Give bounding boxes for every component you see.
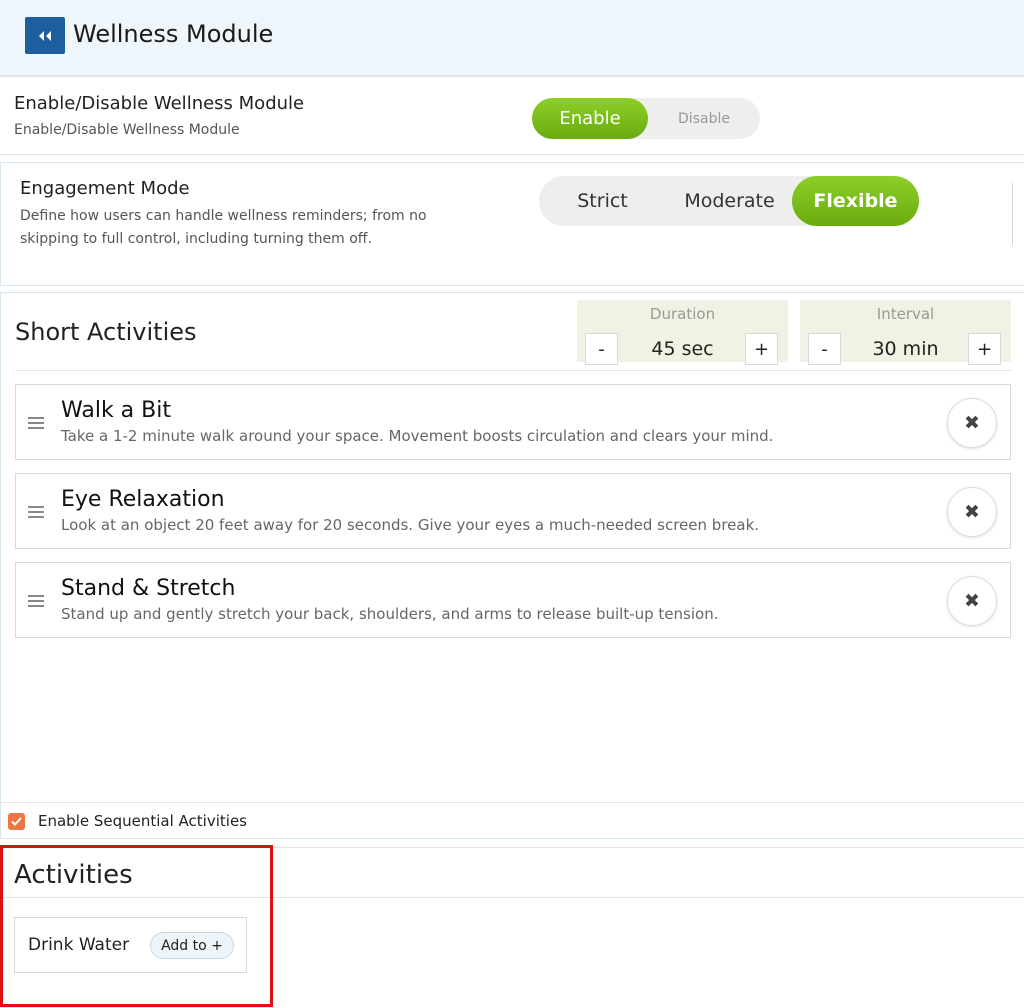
close-icon: ✖ xyxy=(964,412,980,434)
activity-description: Look at an object 20 feet away for 20 se… xyxy=(61,516,760,534)
drag-handle-icon[interactable] xyxy=(28,506,44,518)
activity-description: Take a 1-2 minute walk around your space… xyxy=(61,427,774,445)
page-header: Wellness Module xyxy=(0,0,1024,76)
divider xyxy=(15,370,1011,371)
short-activities-card: Short Activities Duration - 45 sec + Int… xyxy=(0,292,1024,839)
engagement-mode-title: Engagement Mode xyxy=(20,178,190,199)
activity-item[interactable]: Walk a Bit Take a 1-2 minute walk around… xyxy=(15,384,1011,460)
engagement-mode-selector[interactable]: Strict Moderate Flexible xyxy=(539,176,919,226)
divider xyxy=(1012,183,1013,245)
short-activities-title: Short Activities xyxy=(15,318,197,346)
duration-increment-button[interactable]: + xyxy=(745,333,778,365)
enable-module-title: Enable/Disable Wellness Module xyxy=(14,93,305,114)
remove-activity-button[interactable]: ✖ xyxy=(947,487,997,537)
mode-flexible[interactable]: Flexible xyxy=(792,176,919,226)
activity-title: Walk a Bit xyxy=(61,398,171,423)
enable-option[interactable]: Enable xyxy=(532,98,648,139)
interval-stepper: Interval - 30 min + xyxy=(800,300,1011,365)
enable-toggle[interactable]: Enable Disable xyxy=(532,98,760,139)
interval-label: Interval xyxy=(876,305,935,323)
duration-stepper: Duration - 45 sec + xyxy=(577,300,788,365)
duration-label: Duration xyxy=(649,305,716,323)
checkmark-icon xyxy=(11,817,22,826)
activity-title: Eye Relaxation xyxy=(61,487,225,512)
engagement-mode-description-2: skipping to full control, including turn… xyxy=(20,231,372,247)
activity-item[interactable]: Stand & Stretch Stand up and gently stre… xyxy=(15,562,1011,638)
engagement-mode-card: Engagement Mode Define how users can han… xyxy=(0,162,1024,286)
enable-module-card: Enable/Disable Wellness Module Enable/Di… xyxy=(0,76,1024,155)
close-icon: ✖ xyxy=(964,501,980,523)
double-chevron-left-icon xyxy=(39,30,51,41)
drag-handle-icon[interactable] xyxy=(28,417,44,429)
mode-moderate[interactable]: Moderate xyxy=(666,176,793,226)
highlight-box xyxy=(0,845,273,1007)
remove-activity-button[interactable]: ✖ xyxy=(947,398,997,448)
divider xyxy=(1,802,1024,803)
sequential-activities-label[interactable]: Enable Sequential Activities xyxy=(38,812,247,830)
back-button[interactable] xyxy=(25,17,65,54)
close-icon: ✖ xyxy=(964,590,980,612)
disable-option[interactable]: Disable xyxy=(648,98,760,139)
page-title: Wellness Module xyxy=(73,20,274,48)
engagement-mode-description-1: Define how users can handle wellness rem… xyxy=(20,208,427,224)
activity-title: Stand & Stretch xyxy=(61,576,236,601)
remove-activity-button[interactable]: ✖ xyxy=(947,576,997,626)
activity-description: Stand up and gently stretch your back, s… xyxy=(61,605,719,623)
sequential-activities-checkbox[interactable] xyxy=(8,813,25,830)
mode-strict[interactable]: Strict xyxy=(539,176,666,226)
activity-item[interactable]: Eye Relaxation Look at an object 20 feet… xyxy=(15,473,1011,549)
enable-module-subtitle: Enable/Disable Wellness Module xyxy=(14,122,240,138)
interval-increment-button[interactable]: + xyxy=(968,333,1001,365)
drag-handle-icon[interactable] xyxy=(28,595,44,607)
